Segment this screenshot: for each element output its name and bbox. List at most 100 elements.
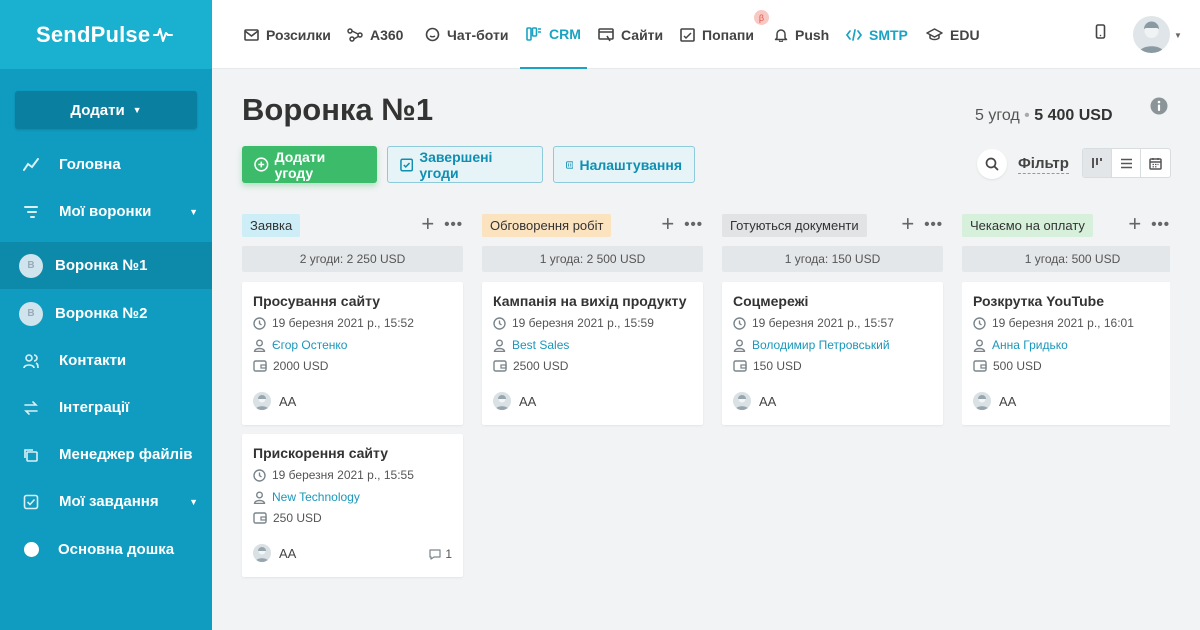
- pulse-icon: [153, 27, 174, 42]
- deal-card[interactable]: Кампанія на вихід продукту 19 березня 20…: [482, 282, 703, 425]
- more-icon[interactable]: •••: [684, 216, 703, 233]
- popups-icon: [680, 27, 695, 42]
- info-icon[interactable]: [1150, 97, 1168, 115]
- nav-label: EDU: [950, 26, 980, 43]
- deal-card[interactable]: Прискорення сайту 19 березня 2021 р., 15…: [242, 434, 463, 577]
- sidebar-item-my-funnels[interactable]: Мої воронки ▼: [0, 188, 212, 235]
- bell-icon: [774, 29, 788, 42]
- caret-down-icon: ▼: [189, 496, 198, 507]
- add-deal-plus-icon[interactable]: +: [661, 213, 674, 235]
- nav-push[interactable]: Push: [774, 0, 829, 69]
- a360-icon: [347, 27, 363, 42]
- caret-down-icon: ▼: [132, 105, 142, 115]
- deal-card[interactable]: Соцмережі 19 березня 2021 р., 15:57 Воло…: [722, 282, 943, 425]
- sidebar-item-main-board[interactable]: Основна дошка: [0, 526, 212, 573]
- sidebar-item-contacts[interactable]: Контакти: [0, 337, 212, 384]
- deal-card[interactable]: Просування сайту 19 березня 2021 р., 15:…: [242, 282, 463, 425]
- logo[interactable]: SendPulse: [0, 0, 212, 69]
- owner-initials: AA: [999, 393, 1017, 409]
- nav-smtp[interactable]: SMTP: [846, 0, 908, 69]
- deal-contact-row: New Technology: [253, 490, 360, 504]
- deal-amount-row: 2500 USD: [493, 359, 568, 373]
- nav-edu[interactable]: EDU: [926, 0, 980, 69]
- deal-contact[interactable]: Єгор Остенко: [272, 338, 347, 352]
- completed-deals-label: Завершені угоди: [419, 148, 493, 181]
- stage-column: Чекаємо на оплату + ••• 1 угода: 500 USD …: [962, 212, 1170, 432]
- funnel-badge: В: [19, 253, 43, 278]
- nav-sites[interactable]: Сайти: [598, 0, 663, 69]
- nav-label: Попапи: [702, 26, 754, 43]
- person-icon: [733, 339, 746, 352]
- add-dropdown-button[interactable]: Додати ▼: [15, 91, 197, 129]
- completed-deals-button[interactable]: Завершені угоди: [387, 146, 543, 183]
- person-icon: [973, 339, 986, 352]
- calendar-view-button[interactable]: [1141, 149, 1170, 177]
- deal-date-row: 19 березня 2021 р., 15:59: [493, 316, 654, 330]
- sidebar-item-funnel-1[interactable]: В Воронка №1: [0, 242, 212, 289]
- sidebar-item-funnel-2[interactable]: В Воронка №2: [0, 290, 212, 337]
- add-deal-plus-icon[interactable]: +: [1128, 213, 1141, 235]
- wallet-icon: [733, 360, 747, 372]
- deal-contact[interactable]: New Technology: [272, 490, 360, 504]
- contacts-icon: [22, 352, 40, 370]
- deal-contact[interactable]: Best Sales: [512, 338, 569, 352]
- plus-circle-icon: [254, 157, 269, 172]
- search-button[interactable]: [977, 149, 1007, 179]
- more-icon[interactable]: •••: [1151, 216, 1170, 233]
- nav-chatbots[interactable]: Чат-боти: [425, 0, 508, 69]
- wallet-icon: [973, 360, 987, 372]
- stage-label: Заявка: [242, 213, 301, 237]
- more-icon[interactable]: •••: [444, 216, 463, 233]
- graduation-cap-icon: [926, 28, 943, 41]
- nav-a360[interactable]: A360: [347, 0, 403, 69]
- deal-title: Кампанія на вихід продукту: [493, 293, 687, 309]
- add-deal-plus-icon[interactable]: +: [901, 213, 914, 235]
- calendar-icon: [1149, 157, 1162, 170]
- wallet-icon: [253, 512, 267, 524]
- settings-button[interactable]: Налаштування: [553, 146, 695, 183]
- add-deal-button[interactable]: Додати угоду: [242, 146, 377, 183]
- kanban-view-button[interactable]: [1083, 149, 1112, 177]
- more-icon[interactable]: •••: [924, 216, 943, 233]
- deal-contact[interactable]: Володимир Петровський: [752, 338, 890, 352]
- deal-date: 19 березня 2021 р., 15:55: [272, 468, 414, 482]
- stage-label: Обговорення робіт: [482, 213, 612, 237]
- sites-icon: [598, 27, 614, 41]
- deal-amount: 2000 USD: [273, 359, 329, 373]
- filter-link[interactable]: Фільтр: [1018, 155, 1069, 174]
- add-deal-label: Додати угоду: [274, 148, 326, 181]
- nav-mailings[interactable]: Розсилки: [244, 0, 331, 69]
- stage-summary: 1 угода: 150 USD: [722, 246, 943, 272]
- add-deal-plus-icon[interactable]: +: [421, 213, 434, 235]
- sidebar-item-file-manager[interactable]: Менеджер файлів: [0, 431, 212, 478]
- deal-owner: AA: [253, 544, 296, 562]
- sidebar-item-integrations[interactable]: Інтеграції: [0, 384, 212, 431]
- summary-separator: •: [1024, 107, 1030, 124]
- sidebar-item-my-tasks[interactable]: Мої завдання ▼: [0, 478, 212, 525]
- deal-contact-row: Володимир Петровський: [733, 338, 890, 352]
- funnel-badge: В: [19, 301, 43, 326]
- files-icon: [22, 446, 40, 464]
- list-view-button[interactable]: [1112, 149, 1141, 177]
- beta-badge: β: [754, 10, 769, 25]
- stage-label: Готуються документи: [722, 213, 867, 237]
- nav-crm[interactable]: CRM: [520, 0, 587, 69]
- stage-column: Готуються документи + ••• 1 угода: 150 US…: [722, 212, 943, 425]
- deal-contact[interactable]: Анна Гридько: [992, 338, 1068, 352]
- deal-date-row: 19 березня 2021 р., 16:01: [973, 316, 1134, 330]
- deals-count: 5 угод: [975, 107, 1020, 124]
- caret-down-icon[interactable]: ▼: [1174, 31, 1182, 40]
- stage-summary: 1 угода: 500 USD: [962, 246, 1170, 272]
- clock-icon: [253, 316, 266, 330]
- nav-popups[interactable]: Попапи: [680, 0, 754, 69]
- deal-card[interactable]: Розкрутка YouTube 19 березня 2021 р., 16…: [962, 282, 1170, 425]
- sidebar-item-home[interactable]: Головна: [0, 141, 212, 188]
- user-avatar[interactable]: [1133, 16, 1170, 53]
- deal-title: Просування сайту: [253, 293, 381, 309]
- comments-count[interactable]: 1: [429, 547, 452, 561]
- comments-number: 1: [445, 547, 452, 561]
- deal-date-row: 19 березня 2021 р., 15:55: [253, 468, 414, 482]
- nav-label: Чат-боти: [447, 26, 509, 43]
- page-title: Воронка №1: [242, 92, 434, 127]
- mobile-phone-icon[interactable]: [1095, 24, 1106, 39]
